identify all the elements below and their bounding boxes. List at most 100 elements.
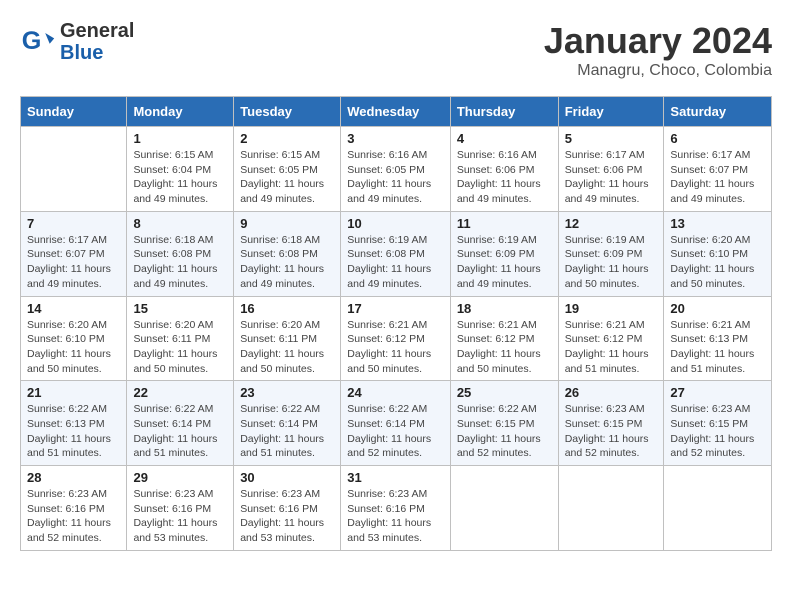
- day-number: 8: [133, 216, 227, 231]
- calendar-cell: 2 Sunrise: 6:15 AMSunset: 6:05 PMDaylight…: [234, 127, 341, 212]
- calendar-week-5: 28 Sunrise: 6:23 AMSunset: 6:16 PMDayligh…: [21, 466, 772, 551]
- day-detail: Sunrise: 6:16 AMSunset: 6:05 PMDaylight:…: [347, 148, 444, 207]
- calendar-cell: 19 Sunrise: 6:21 AMSunset: 6:12 PMDayligh…: [558, 296, 664, 381]
- day-number: 21: [27, 385, 120, 400]
- calendar-cell: 6 Sunrise: 6:17 AMSunset: 6:07 PMDaylight…: [664, 127, 772, 212]
- day-number: 16: [240, 301, 334, 316]
- day-number: 20: [670, 301, 765, 316]
- calendar-cell: [558, 466, 664, 551]
- day-detail: Sunrise: 6:22 AMSunset: 6:13 PMDaylight:…: [27, 402, 120, 461]
- day-detail: Sunrise: 6:20 AMSunset: 6:11 PMDaylight:…: [133, 318, 227, 377]
- calendar-cell: 7 Sunrise: 6:17 AMSunset: 6:07 PMDaylight…: [21, 211, 127, 296]
- day-number: 30: [240, 470, 334, 485]
- day-number: 18: [457, 301, 552, 316]
- column-header-monday: Monday: [127, 97, 234, 127]
- calendar-cell: [450, 466, 558, 551]
- location-subtitle: Managru, Choco, Colombia: [544, 62, 772, 80]
- day-number: 23: [240, 385, 334, 400]
- day-number: 1: [133, 131, 227, 146]
- column-header-friday: Friday: [558, 97, 664, 127]
- calendar-cell: 5 Sunrise: 6:17 AMSunset: 6:06 PMDaylight…: [558, 127, 664, 212]
- calendar-cell: [664, 466, 772, 551]
- day-number: 5: [565, 131, 658, 146]
- day-detail: Sunrise: 6:22 AMSunset: 6:14 PMDaylight:…: [347, 402, 444, 461]
- day-detail: Sunrise: 6:20 AMSunset: 6:10 PMDaylight:…: [27, 318, 120, 377]
- day-detail: Sunrise: 6:15 AMSunset: 6:04 PMDaylight:…: [133, 148, 227, 207]
- column-header-sunday: Sunday: [21, 97, 127, 127]
- column-header-thursday: Thursday: [450, 97, 558, 127]
- day-detail: Sunrise: 6:17 AMSunset: 6:06 PMDaylight:…: [565, 148, 658, 207]
- day-number: 24: [347, 385, 444, 400]
- day-detail: Sunrise: 6:21 AMSunset: 6:12 PMDaylight:…: [565, 318, 658, 377]
- day-number: 15: [133, 301, 227, 316]
- calendar-week-2: 7 Sunrise: 6:17 AMSunset: 6:07 PMDaylight…: [21, 211, 772, 296]
- day-number: 17: [347, 301, 444, 316]
- calendar-cell: 9Sunrise: 6:18 AMSunset: 6:08 PMDaylight…: [234, 211, 341, 296]
- calendar-cell: 20 Sunrise: 6:21 AMSunset: 6:13 PMDayligh…: [664, 296, 772, 381]
- calendar-cell: 12 Sunrise: 6:19 AMSunset: 6:09 PMDayligh…: [558, 211, 664, 296]
- day-number: 28: [27, 470, 120, 485]
- day-number: 12: [565, 216, 658, 231]
- day-number: 2: [240, 131, 334, 146]
- day-detail: Sunrise: 6:23 AMSunset: 6:16 PMDaylight:…: [133, 487, 227, 546]
- calendar-cell: 24 Sunrise: 6:22 AMSunset: 6:14 PMDayligh…: [341, 381, 451, 466]
- day-number: 19: [565, 301, 658, 316]
- calendar-cell: 11Sunrise: 6:19 AMSunset: 6:09 PMDayligh…: [450, 211, 558, 296]
- day-detail: Sunrise: 6:15 AMSunset: 6:05 PMDaylight:…: [240, 148, 334, 207]
- day-number: 27: [670, 385, 765, 400]
- calendar-cell: 16 Sunrise: 6:20 AMSunset: 6:11 PMDayligh…: [234, 296, 341, 381]
- day-detail: Sunrise: 6:21 AMSunset: 6:12 PMDaylight:…: [347, 318, 444, 377]
- calendar-cell: 23 Sunrise: 6:22 AMSunset: 6:14 PMDayligh…: [234, 381, 341, 466]
- calendar-cell: 26 Sunrise: 6:23 AMSunset: 6:15 PMDayligh…: [558, 381, 664, 466]
- day-number: 3: [347, 131, 444, 146]
- day-detail: Sunrise: 6:21 AMSunset: 6:13 PMDaylight:…: [670, 318, 765, 377]
- day-detail: Sunrise: 6:17 AMSunset: 6:07 PMDaylight:…: [670, 148, 765, 207]
- calendar-cell: 31 Sunrise: 6:23 AMSunset: 6:16 PMDayligh…: [341, 466, 451, 551]
- calendar-cell: [21, 127, 127, 212]
- calendar-cell: 27Sunrise: 6:23 AMSunset: 6:15 PMDayligh…: [664, 381, 772, 466]
- calendar-cell: 15 Sunrise: 6:20 AMSunset: 6:11 PMDayligh…: [127, 296, 234, 381]
- day-number: 31: [347, 470, 444, 485]
- calendar-cell: 29 Sunrise: 6:23 AMSunset: 6:16 PMDayligh…: [127, 466, 234, 551]
- day-number: 6: [670, 131, 765, 146]
- calendar-cell: 25Sunrise: 6:22 AMSunset: 6:15 PMDayligh…: [450, 381, 558, 466]
- day-detail: Sunrise: 6:22 AMSunset: 6:14 PMDaylight:…: [240, 402, 334, 461]
- svg-text:G: G: [22, 27, 42, 55]
- month-title: January 2024: [544, 20, 772, 62]
- calendar-cell: 21 Sunrise: 6:22 AMSunset: 6:13 PMDayligh…: [21, 381, 127, 466]
- day-detail: Sunrise: 6:23 AMSunset: 6:16 PMDaylight:…: [347, 487, 444, 546]
- day-number: 10: [347, 216, 444, 231]
- day-number: 26: [565, 385, 658, 400]
- day-number: 7: [27, 216, 120, 231]
- day-detail: Sunrise: 6:23 AMSunset: 6:15 PMDaylight:…: [565, 402, 658, 461]
- calendar-week-1: 1 Sunrise: 6:15 AMSunset: 6:04 PMDaylight…: [21, 127, 772, 212]
- page-header: G General Blue January 2024 Managru, Cho…: [20, 20, 772, 80]
- calendar-body: 1 Sunrise: 6:15 AMSunset: 6:04 PMDaylight…: [21, 127, 772, 551]
- day-detail: Sunrise: 6:17 AMSunset: 6:07 PMDaylight:…: [27, 233, 120, 292]
- day-detail: Sunrise: 6:20 AMSunset: 6:10 PMDaylight:…: [670, 233, 765, 292]
- logo: G General Blue: [20, 20, 134, 64]
- calendar-cell: 4Sunrise: 6:16 AMSunset: 6:06 PMDaylight…: [450, 127, 558, 212]
- day-detail: Sunrise: 6:16 AMSunset: 6:06 PMDaylight:…: [457, 148, 552, 207]
- day-detail: Sunrise: 6:18 AMSunset: 6:08 PMDaylight:…: [240, 233, 334, 292]
- logo-general-text: General: [60, 20, 134, 42]
- calendar-cell: 8 Sunrise: 6:18 AMSunset: 6:08 PMDaylight…: [127, 211, 234, 296]
- calendar-header-row: SundayMondayTuesdayWednesdayThursdayFrid…: [21, 97, 772, 127]
- calendar-week-4: 21 Sunrise: 6:22 AMSunset: 6:13 PMDayligh…: [21, 381, 772, 466]
- calendar-cell: 14Sunrise: 6:20 AMSunset: 6:10 PMDayligh…: [21, 296, 127, 381]
- column-header-tuesday: Tuesday: [234, 97, 341, 127]
- calendar-cell: 13Sunrise: 6:20 AMSunset: 6:10 PMDayligh…: [664, 211, 772, 296]
- calendar-cell: 18 Sunrise: 6:21 AMSunset: 6:12 PMDayligh…: [450, 296, 558, 381]
- logo-icon: G: [20, 24, 56, 60]
- day-number: 25: [457, 385, 552, 400]
- day-detail: Sunrise: 6:21 AMSunset: 6:12 PMDaylight:…: [457, 318, 552, 377]
- column-header-saturday: Saturday: [664, 97, 772, 127]
- calendar-cell: 17 Sunrise: 6:21 AMSunset: 6:12 PMDayligh…: [341, 296, 451, 381]
- day-number: 29: [133, 470, 227, 485]
- day-detail: Sunrise: 6:23 AMSunset: 6:16 PMDaylight:…: [27, 487, 120, 546]
- day-detail: Sunrise: 6:18 AMSunset: 6:08 PMDaylight:…: [133, 233, 227, 292]
- day-detail: Sunrise: 6:20 AMSunset: 6:11 PMDaylight:…: [240, 318, 334, 377]
- day-detail: Sunrise: 6:19 AMSunset: 6:09 PMDaylight:…: [565, 233, 658, 292]
- calendar-table: SundayMondayTuesdayWednesdayThursdayFrid…: [20, 96, 772, 551]
- day-number: 11: [457, 216, 552, 231]
